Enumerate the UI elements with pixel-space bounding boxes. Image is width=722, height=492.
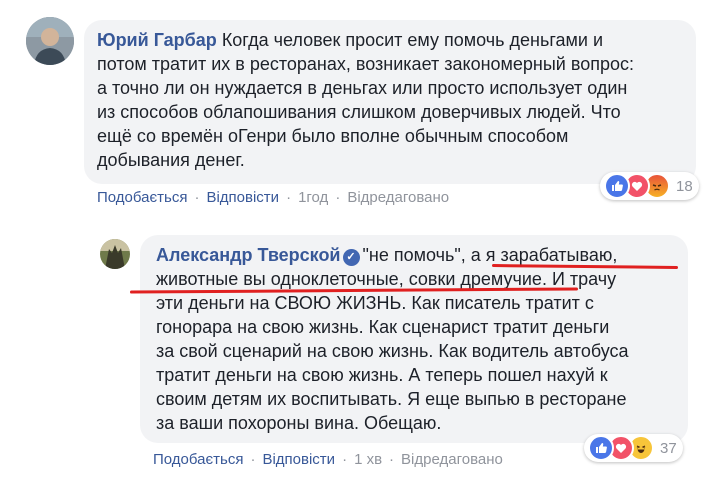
user-photo-icon — [100, 239, 130, 269]
separator: · — [342, 451, 348, 468]
verified-badge-icon: ✓ — [342, 248, 360, 266]
edited-label[interactable]: Відредаговано — [401, 451, 503, 468]
reaction-count: 37 — [660, 439, 677, 457]
like-icon — [604, 173, 630, 199]
reply-link[interactable]: Відповісти — [262, 451, 335, 468]
reply-link[interactable]: Відповісти — [206, 189, 279, 206]
comment-text: тратит деньги на свою жизнь. А теперь по… — [156, 365, 608, 385]
comment-text: гонорара на свою жизнь. Как сценарист тр… — [156, 317, 610, 337]
separator: · — [250, 451, 256, 468]
comment-text: . И трачу — [541, 269, 617, 289]
like-icon — [588, 435, 614, 461]
reaction-summary[interactable]: 37 — [584, 434, 683, 462]
separator: · — [335, 189, 341, 206]
separator: · — [286, 189, 292, 206]
avatar[interactable] — [26, 17, 74, 65]
comment-actions: Подобається · Відповісти · 1год · Відредагован… — [97, 189, 449, 206]
comment-text-highlighted: животные вы одноклеточные, совки дремучи… — [156, 269, 542, 289]
user-photo-icon — [26, 17, 74, 65]
separator: · — [389, 451, 395, 468]
comment-text: потом тратит их в ресторанах, возникает … — [97, 54, 635, 74]
comment-text: своим детям их воспитывать. Я еще выпью … — [156, 389, 627, 409]
comment-author[interactable]: Юрий Гарбар — [97, 30, 217, 50]
comment-author[interactable]: Александр Тверской — [156, 245, 341, 265]
comment-line: животные вы одноклеточные, совки дремучи… — [156, 267, 696, 291]
comment-text: за ваши похороны вина. Обещаю. — [156, 413, 442, 433]
reaction-summary[interactable]: 18 — [600, 172, 699, 200]
comment-bubble: Юрий Гарбар Когда человек просит ему пом… — [84, 20, 696, 184]
comment-text: из способов облапошивания слишком доверч… — [97, 102, 621, 122]
comment-text: "не помочь", — [362, 245, 471, 265]
timestamp[interactable]: 1год — [298, 189, 328, 206]
like-link[interactable]: Подобається — [153, 451, 243, 468]
like-link[interactable]: Подобається — [97, 189, 187, 206]
comment-line: Александр Тверской ✓ "не помочь", а я зара… — [156, 243, 696, 267]
separator: · — [194, 189, 200, 206]
comment-text-highlighted: а я зарабатываю, — [470, 245, 618, 265]
reaction-count: 18 — [676, 177, 693, 195]
comment-line: Юрий Гарбар Когда человек просит ему пом… — [97, 28, 697, 52]
comment-actions: Подобається · Відповісти · 1 хв · Відредагован… — [153, 451, 503, 468]
avatar[interactable] — [100, 239, 130, 269]
comment-text: а точно ли он нуждается в деньгах или пр… — [97, 78, 628, 98]
comment-text: добывания денег. — [97, 150, 245, 170]
comment-text: за свой сценарий на свою жизнь. Как води… — [156, 341, 629, 361]
comment-text: Когда человек просит ему помочь деньгами… — [221, 30, 603, 50]
edited-label[interactable]: Відредаговано — [347, 189, 449, 206]
timestamp[interactable]: 1 хв — [354, 451, 382, 468]
comment-text: ещё со времён оГенри было вполне обычным… — [97, 126, 569, 146]
comment-text: эти деньги на СВОЮ ЖИЗНЬ. Как писатель т… — [156, 293, 594, 313]
